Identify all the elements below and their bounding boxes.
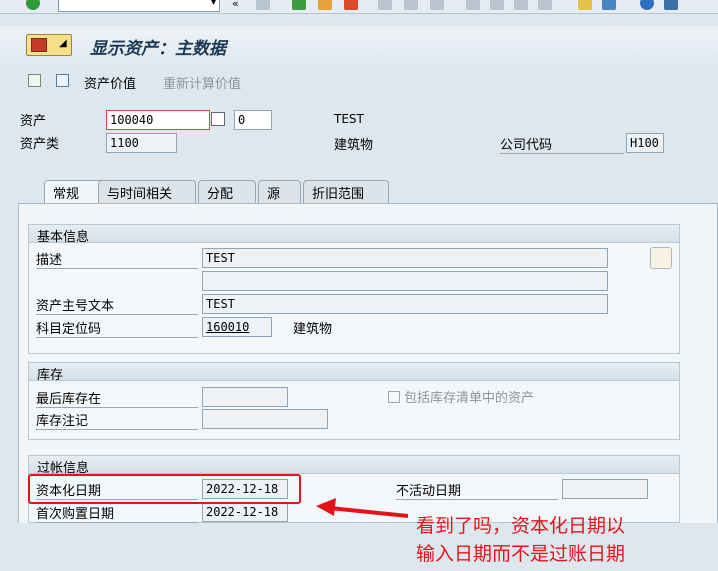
menu-button[interactable]: ◢	[26, 34, 72, 56]
account-determination-label: 科目定位码	[36, 318, 198, 338]
last-inventory-field[interactable]	[202, 387, 288, 407]
last-inventory-label: 最后库存在	[36, 388, 198, 408]
include-inventory-label: 包括库存清单中的资产	[404, 391, 535, 406]
switch-icon[interactable]	[28, 74, 41, 87]
exit-icon[interactable]	[318, 0, 332, 10]
first-acquisition-date-label: 首次购置日期	[36, 503, 198, 523]
description-label: 描述	[36, 249, 198, 269]
cancel-icon[interactable]	[344, 0, 358, 10]
description-field-2[interactable]	[202, 271, 608, 291]
inventory-note-field[interactable]	[202, 409, 328, 429]
chevron-down-icon[interactable]: ▾	[211, 0, 216, 8]
tab-label: 分配	[207, 187, 234, 202]
find-icon[interactable]	[404, 0, 418, 10]
tab-label: 与时间相关	[107, 187, 173, 202]
annotation-line-1: 看到了吗，资本化日期以	[416, 515, 626, 537]
company-code-label: 公司代码	[500, 134, 624, 154]
deactivation-date-label: 不活动日期	[396, 480, 558, 500]
match-icon[interactable]	[211, 112, 225, 126]
deactivation-date-field[interactable]	[562, 479, 648, 499]
last-page-icon[interactable]	[538, 0, 552, 10]
tab-label: 源	[267, 187, 281, 202]
help-icon[interactable]	[640, 0, 654, 10]
recalc-value-button[interactable]: 重新计算价值	[163, 73, 241, 92]
prev-page-icon[interactable]	[490, 0, 504, 10]
group-title: 基本信息	[29, 225, 679, 245]
asset-class-description: 建筑物	[334, 138, 374, 153]
system-toolbar: ▾ «	[0, 0, 718, 14]
double-chevron-icon: «	[232, 0, 239, 10]
group-title: 库存	[29, 363, 679, 383]
tab-time-dependent[interactable]: 与时间相关	[98, 180, 196, 203]
company-code-field[interactable]: H100	[626, 133, 664, 153]
long-text-icon[interactable]	[650, 247, 672, 269]
main-number-text-field[interactable]: TEST	[202, 294, 608, 314]
first-acquisition-date-field[interactable]: 2022-12-18	[202, 502, 288, 522]
print-icon[interactable]	[378, 0, 392, 10]
page-title: 显示资产：主数据	[90, 39, 226, 59]
asset-label: 资产	[20, 114, 47, 129]
save-icon[interactable]	[256, 0, 270, 10]
menu-arrow-icon: ◢	[59, 38, 67, 49]
asset-class-field[interactable]: 1100	[106, 133, 177, 153]
account-determination-field[interactable]: 160010	[202, 317, 272, 337]
main-number-text-label: 资产主号文本	[36, 295, 198, 315]
shortcut-icon[interactable]	[602, 0, 616, 10]
first-page-icon[interactable]	[466, 0, 480, 10]
asset-number-field[interactable]: 100040	[106, 110, 210, 130]
document-icon[interactable]	[56, 74, 69, 87]
tab-label: 常规	[53, 187, 80, 202]
asset-description: TEST	[334, 112, 364, 126]
asset-value-button[interactable]: 资产价值	[84, 73, 136, 92]
menu-icon	[31, 38, 47, 52]
command-field[interactable]: ▾	[58, 0, 220, 12]
group-title: 过帐信息	[29, 456, 679, 476]
sub-number-field[interactable]: 0	[234, 110, 272, 130]
next-page-icon[interactable]	[514, 0, 528, 10]
tab-general[interactable]: 常规	[44, 180, 106, 204]
inventory-note-label: 库存注记	[36, 410, 198, 430]
tab-label: 折旧范围	[312, 187, 365, 202]
new-session-icon[interactable]	[578, 0, 592, 10]
annotation-line-2: 输入日期而不是过账日期	[416, 543, 626, 565]
find-next-icon[interactable]	[430, 0, 444, 10]
tab-depreciation-areas[interactable]: 折旧范围	[303, 180, 389, 203]
account-determination-description: 建筑物	[293, 322, 333, 337]
highlight-box	[28, 474, 301, 504]
include-inventory-checkbox[interactable]	[388, 391, 400, 403]
arrow-icon	[316, 498, 409, 518]
description-field-1[interactable]: TEST	[202, 248, 608, 268]
back-icon[interactable]	[292, 0, 306, 10]
tab-origin[interactable]: 源	[258, 180, 301, 203]
layout-icon[interactable]	[664, 0, 678, 10]
tab-assignment[interactable]: 分配	[198, 180, 256, 203]
enter-icon[interactable]	[26, 0, 40, 10]
asset-class-label: 资产类	[20, 137, 60, 152]
